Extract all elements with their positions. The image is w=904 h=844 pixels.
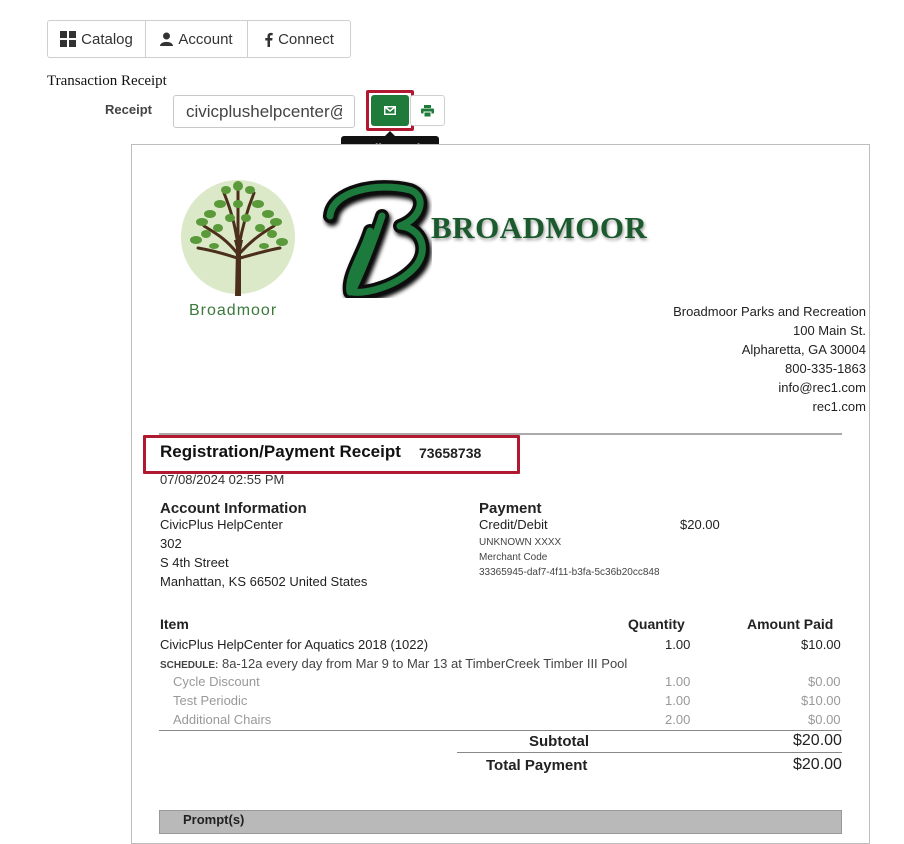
- tree-logo-icon: [181, 180, 295, 296]
- prompts-section-bar: [159, 810, 842, 834]
- broadmoor-b-logo-icon: [323, 180, 430, 298]
- broadmoor-wordmark: BROADMOOR: [431, 210, 648, 245]
- envelope-icon: [384, 106, 396, 115]
- column-header-item: Item: [160, 616, 189, 632]
- subtotal-value: $20.00: [793, 732, 842, 749]
- nav-connect-label: Connect: [278, 30, 334, 48]
- nav-catalog-label: Catalog: [81, 30, 133, 48]
- prompts-label: Prompt(s): [183, 812, 245, 827]
- nav-account-label: Account: [178, 30, 233, 48]
- sub-item-qty: 1.00: [665, 674, 691, 689]
- payment-card: UNKNOWN XXXX: [479, 537, 562, 548]
- receipt-title: Registration/Payment Receipt: [160, 442, 401, 461]
- sub-item-qty: 2.00: [665, 712, 691, 727]
- facebook-icon: [264, 32, 273, 47]
- account-address-line3: S 4th Street: [160, 555, 229, 570]
- payment-amount: $20.00: [680, 517, 720, 532]
- email-receipt-button[interactable]: [371, 95, 409, 126]
- user-icon: [160, 32, 174, 46]
- item-main-amount: $10.00: [801, 637, 841, 652]
- payment-heading: Payment: [479, 500, 542, 517]
- totals-divider: [457, 752, 842, 753]
- sub-item-amount: $0.00: [808, 674, 841, 689]
- total-payment-value: $20.00: [793, 756, 842, 773]
- sub-item-amount: $0.00: [808, 712, 841, 727]
- merchant-code-label: Merchant Code: [479, 552, 548, 563]
- account-address-line4: Manhattan, KS 66502 United States: [160, 574, 368, 589]
- sub-item-qty: 1.00: [665, 693, 691, 708]
- receipt-number: 73658738: [419, 445, 482, 461]
- account-name: CivicPlus HelpCenter: [160, 517, 283, 532]
- payment-method: Credit/Debit: [479, 517, 548, 532]
- schedule-text: 8a-12a every day from Mar 9 to Mar 13 at…: [221, 656, 628, 671]
- org-name: Broadmoor Parks and Recreation: [673, 304, 866, 319]
- item-main-name: CivicPlus HelpCenter for Aquatics 2018 (…: [160, 637, 429, 652]
- account-address-line2: 302: [160, 536, 182, 551]
- nav-account-button[interactable]: Account: [146, 21, 248, 57]
- nav-connect-button[interactable]: Connect: [248, 21, 350, 57]
- organization-address: Broadmoor Parks and Recreation 100 Main …: [673, 302, 866, 416]
- email-input[interactable]: [173, 95, 355, 128]
- nav-catalog-button[interactable]: Catalog: [48, 21, 146, 57]
- sub-item-amount: $10.00: [801, 693, 841, 708]
- org-web: rec1.com: [812, 399, 866, 414]
- printer-icon: [421, 104, 434, 117]
- column-header-amount: Amount Paid: [747, 616, 834, 632]
- grid-icon: [60, 31, 77, 47]
- sub-item-name: Test Periodic: [173, 693, 248, 708]
- org-phone: 800-335-1863: [785, 361, 866, 376]
- column-header-quantity: Quantity: [628, 616, 685, 632]
- subtotal-label: Subtotal: [529, 733, 589, 750]
- total-payment-label: Total Payment: [486, 757, 588, 774]
- page-heading: Transaction Receipt: [47, 73, 167, 89]
- receipt-label: Receipt: [105, 102, 152, 117]
- org-street: 100 Main St.: [793, 323, 866, 338]
- merchant-code: 33365945-daf7-4f11-b3fa-5c36b20cc848: [479, 567, 660, 578]
- sub-item-name: Cycle Discount: [173, 674, 260, 689]
- item-main-qty: 1.00: [665, 637, 691, 652]
- item-schedule: SCHEDULE: 8a-12a every day from Mar 9 to…: [160, 656, 627, 671]
- org-email: info@rec1.com: [778, 380, 866, 395]
- items-divider: [159, 730, 842, 731]
- print-receipt-button[interactable]: [410, 95, 445, 126]
- receipt-date: 07/08/2024 02:55 PM: [160, 472, 285, 487]
- top-nav: Catalog Account Connect: [47, 20, 351, 58]
- schedule-label: SCHEDULE:: [160, 660, 219, 671]
- tree-logo-name: Broadmoor: [189, 302, 278, 319]
- account-info-heading: Account Information: [160, 500, 307, 517]
- sub-item-name: Additional Chairs: [173, 712, 272, 727]
- org-city: Alpharetta, GA 30004: [741, 342, 866, 357]
